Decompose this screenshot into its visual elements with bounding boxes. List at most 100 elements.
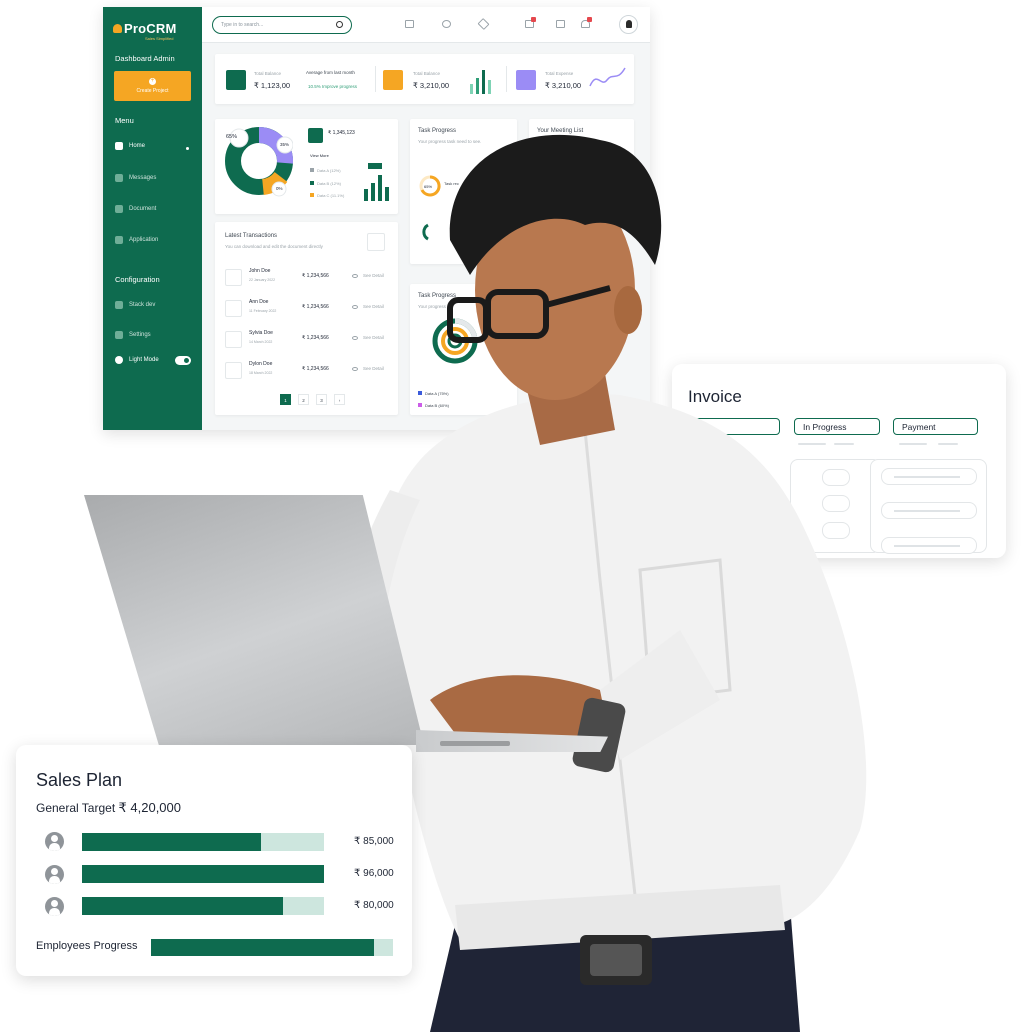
page-button[interactable]: 1 bbox=[280, 394, 291, 405]
transaction-date: 14 March 2022 bbox=[249, 340, 273, 344]
sales-amount: ₹ 85,000 bbox=[354, 836, 394, 847]
invoice-field bbox=[822, 522, 850, 539]
sales-progress-track bbox=[82, 897, 324, 915]
logo-mark-icon bbox=[113, 24, 122, 33]
see-detail-link[interactable]: See Detail bbox=[363, 335, 384, 340]
database-icon[interactable] bbox=[442, 20, 451, 28]
file-icon bbox=[225, 269, 242, 286]
sidebar-item-stack-dev[interactable]: Stack dev bbox=[115, 301, 155, 309]
light-mode-toggle[interactable] bbox=[175, 356, 191, 365]
see-detail-link[interactable]: See Detail bbox=[363, 366, 384, 371]
page-button[interactable]: 2 bbox=[298, 394, 309, 405]
invoice-field bbox=[822, 495, 850, 512]
eye-icon bbox=[352, 367, 358, 371]
see-detail-link[interactable]: See Detail bbox=[363, 304, 384, 309]
calendar-icon[interactable] bbox=[367, 233, 385, 251]
table-row[interactable]: Sylvia Doe 14 March 2022 ₹ 1,234,566 See De… bbox=[225, 329, 390, 351]
employees-progress-track bbox=[151, 939, 393, 956]
legend-label: Data C (11.1%) bbox=[317, 193, 345, 198]
file-icon bbox=[225, 331, 242, 348]
avatar[interactable] bbox=[619, 15, 638, 34]
invoice-field bbox=[881, 537, 977, 554]
card-subtitle: Your progress bbox=[418, 304, 446, 309]
coin-icon bbox=[383, 70, 403, 90]
invoice-tab-1[interactable] bbox=[694, 418, 780, 435]
hero-composition: ProCRM Sales Simplified Dashboard Admin … bbox=[0, 0, 1022, 1032]
sidebar-item-label: Messages bbox=[129, 175, 157, 181]
view-more-link[interactable]: View More bbox=[310, 153, 329, 158]
legend-swatch bbox=[310, 180, 314, 185]
page-button[interactable]: 3 bbox=[316, 394, 327, 405]
sidebar-item-settings[interactable]: Settings bbox=[115, 331, 151, 339]
sidebar-item-document[interactable]: Document bbox=[115, 205, 156, 213]
transaction-name: Sylvia Doe bbox=[249, 330, 273, 336]
contacts-icon[interactable] bbox=[556, 20, 565, 28]
transaction-name: John Doe bbox=[249, 268, 271, 274]
sidebar-item-application[interactable]: Application bbox=[115, 236, 158, 244]
logo-prefix: Pro bbox=[124, 21, 147, 36]
legend-item: Data A (12%) bbox=[310, 165, 344, 178]
invoice-title: Invoice bbox=[688, 387, 742, 406]
legend-swatch bbox=[418, 403, 422, 407]
invoice-tab-in-progress[interactable]: In Progress bbox=[794, 418, 880, 435]
search-placeholder: Type in to search... bbox=[221, 22, 264, 28]
stat-label: Total Balance bbox=[413, 71, 441, 76]
stat-label: Total Balance bbox=[254, 71, 282, 76]
search-icon[interactable] bbox=[336, 21, 343, 28]
layers-icon[interactable] bbox=[477, 17, 490, 31]
nested-ring-chart bbox=[432, 318, 478, 364]
wallet-icon bbox=[308, 128, 323, 143]
sidebar-section-top: Dashboard Admin bbox=[115, 54, 175, 63]
invoice-card: Invoice In Progress Payment bbox=[672, 364, 1006, 558]
sidebar-item-label: Stack dev bbox=[129, 302, 156, 308]
sidebar-item-label: Settings bbox=[129, 332, 151, 338]
money-icon bbox=[516, 70, 536, 90]
file-icon bbox=[225, 362, 242, 379]
table-row[interactable]: John Doe 22 January 2022 ₹ 1,234,566 See De… bbox=[225, 267, 390, 289]
legend-item: Data B (60%) bbox=[418, 400, 449, 412]
table-row[interactable]: Dylon Doe 18 March 2022 ₹ 1,234,566 See Det… bbox=[225, 360, 390, 382]
stat-value: ₹ 3,210,00 bbox=[413, 81, 450, 90]
page-button[interactable]: › bbox=[334, 394, 345, 405]
transaction-name: Dylon Doe bbox=[249, 361, 273, 367]
divider bbox=[375, 66, 376, 92]
card-subtitle: Your progress task need to see. bbox=[418, 139, 482, 144]
see-detail-link[interactable]: See Detail bbox=[363, 273, 384, 278]
mini-bar-chart bbox=[470, 70, 491, 94]
transaction-amount: ₹ 1,234,566 bbox=[302, 273, 329, 279]
sparkline-chart bbox=[589, 67, 626, 87]
invoice-tab-payment[interactable]: Payment bbox=[893, 418, 978, 435]
sidebar-item-home[interactable]: Home bbox=[115, 142, 145, 150]
stat-sub: 10.5% Improve progress bbox=[308, 84, 358, 89]
sales-progress-track bbox=[82, 833, 324, 851]
create-project-button[interactable]: + Create Project bbox=[114, 71, 191, 101]
transaction-date: 11 February 2022 bbox=[249, 309, 277, 313]
create-project-label: Create Project bbox=[136, 88, 169, 94]
gear-icon bbox=[115, 331, 123, 339]
legend-label: Data A (75%) bbox=[425, 391, 449, 396]
laptop-keys bbox=[440, 741, 510, 746]
placeholder-line bbox=[798, 443, 826, 445]
sales-progress-fill bbox=[82, 865, 324, 883]
mail-badge bbox=[531, 17, 536, 22]
top-bar: Type in to search... bbox=[202, 7, 650, 43]
window-icon[interactable] bbox=[405, 20, 414, 28]
configuration-title: Configuration bbox=[115, 275, 160, 284]
stats-card: Total Balance ₹ 1,123,00 Average from la… bbox=[215, 54, 634, 104]
table-row[interactable]: Ann Doe 11 February 2022 ₹ 1,234,566 See De… bbox=[225, 298, 390, 320]
ring-legend: Data A (75%) Data B (60%) bbox=[418, 388, 449, 412]
legend-swatch bbox=[310, 168, 314, 172]
logo-tagline: Sales Simplified bbox=[145, 36, 174, 41]
sidebar-item-messages[interactable]: Messages bbox=[115, 174, 156, 182]
sidebar: ProCRM Sales Simplified Dashboard Admin … bbox=[103, 7, 202, 430]
search-input[interactable]: Type in to search... bbox=[212, 16, 352, 34]
donut-label-right: 35% bbox=[280, 142, 290, 147]
transactions-card: Latest Transactions You can download and… bbox=[215, 222, 398, 415]
placeholder-line bbox=[938, 443, 958, 445]
logo: ProCRM bbox=[113, 21, 177, 36]
sales-progress-fill bbox=[82, 833, 262, 851]
donut-label-main: 65% bbox=[226, 134, 238, 140]
layers-icon bbox=[115, 301, 123, 309]
sales-amount: ₹ 96,000 bbox=[354, 868, 394, 879]
transaction-date: 18 March 2022 bbox=[249, 371, 273, 375]
